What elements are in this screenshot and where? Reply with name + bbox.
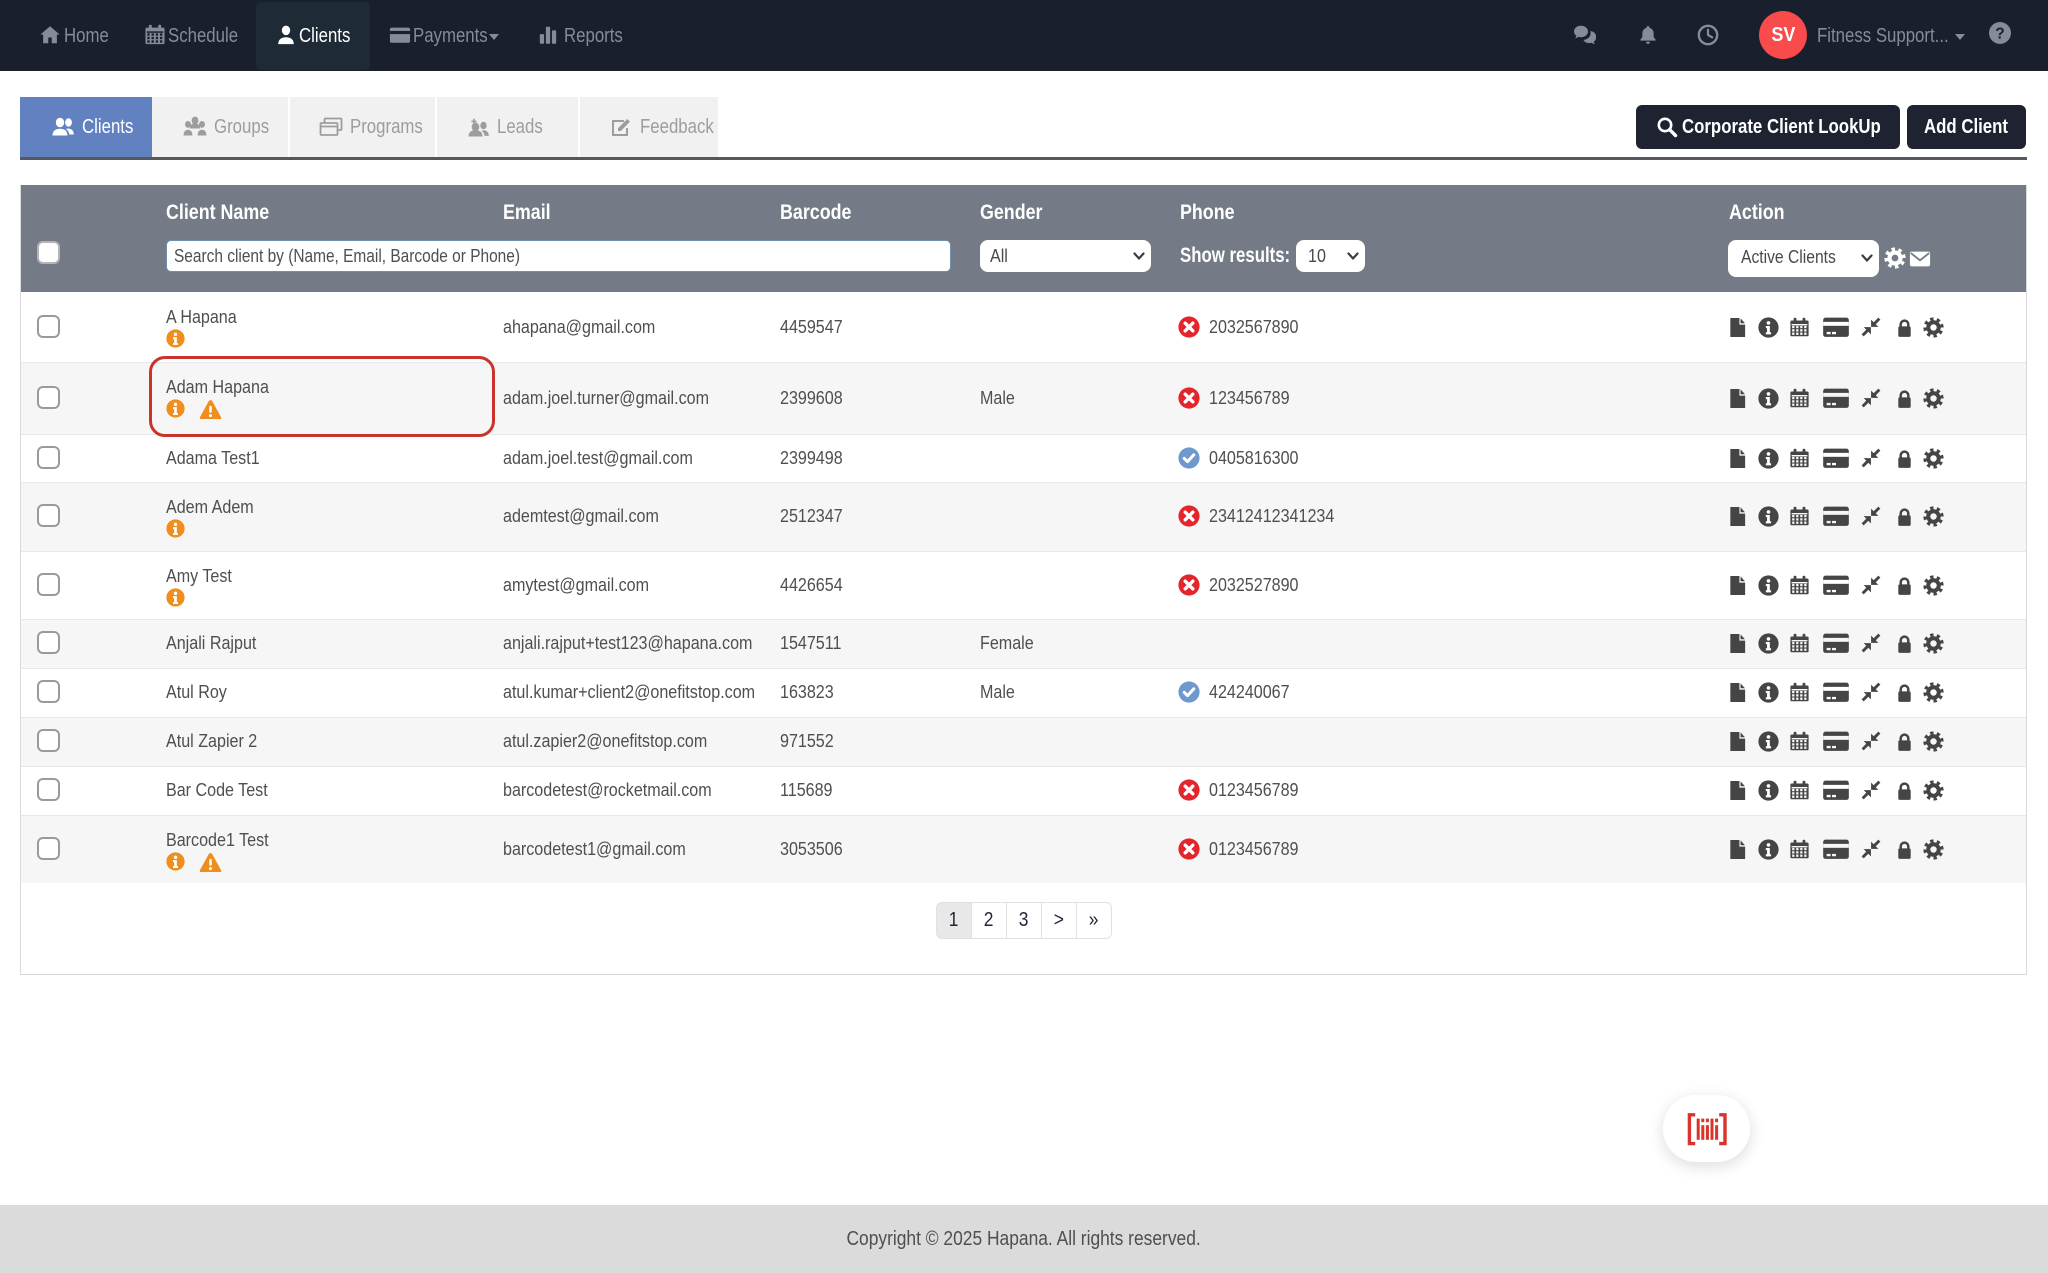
svg-text:?: ? (1995, 26, 2004, 43)
